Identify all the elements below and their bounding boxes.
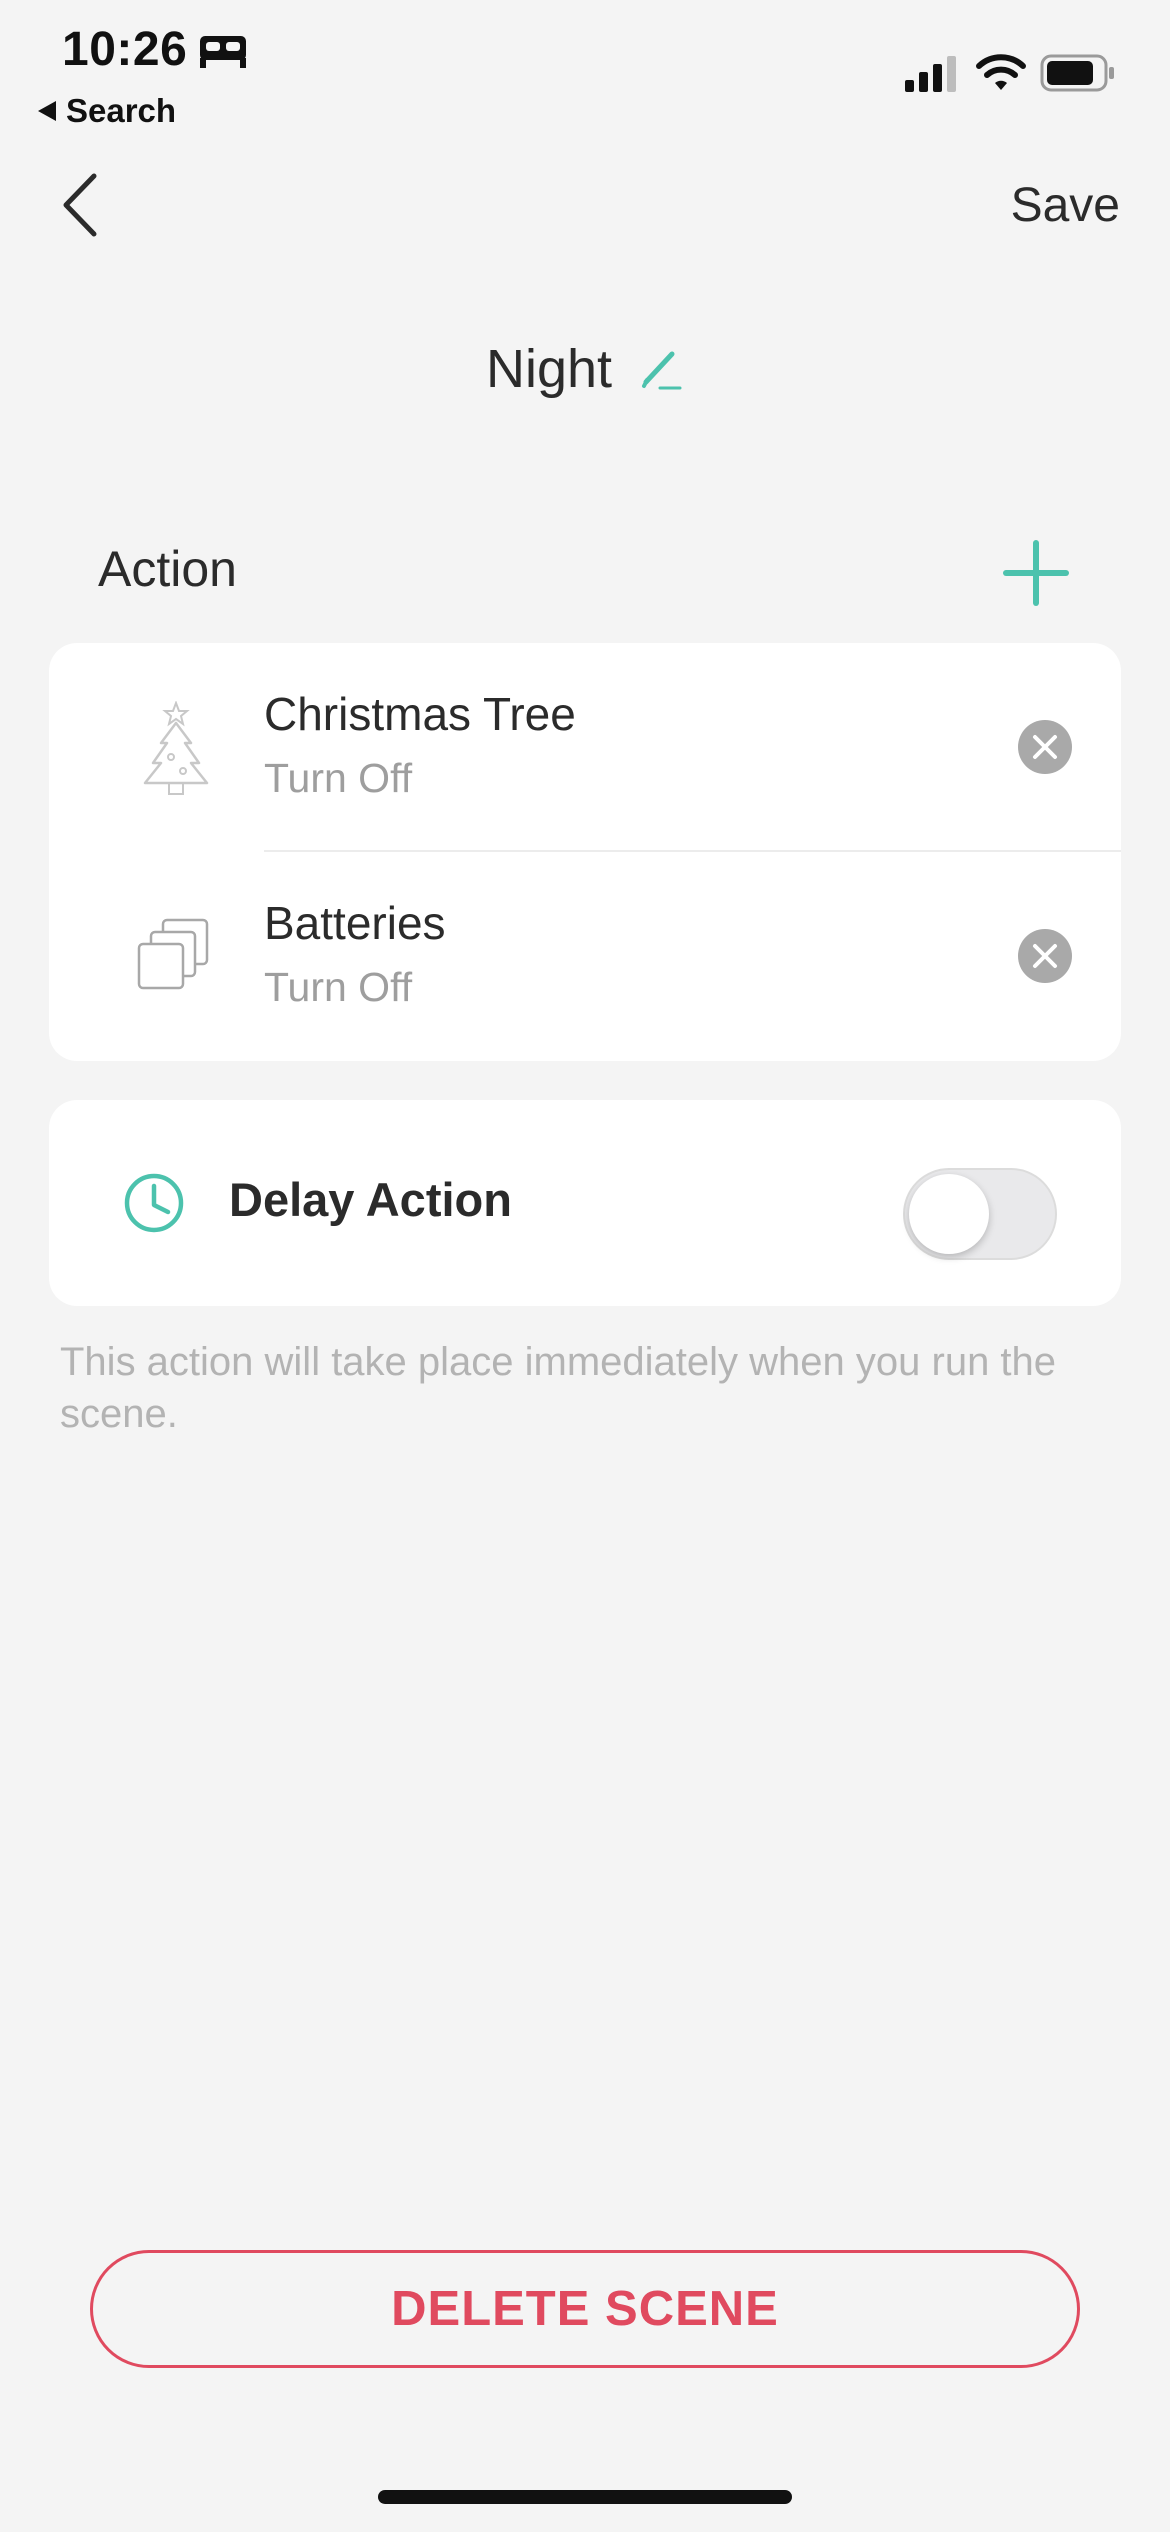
stacked-squares-icon [137,918,209,990]
home-indicator [378,2490,792,2504]
bed-icon [200,36,246,68]
action-device-name: Christmas Tree [264,688,576,740]
action-device-state: Turn Off [264,964,413,1010]
action-item-batteries[interactable]: Batteries Turn Off [49,852,1121,1061]
battery-icon [1040,54,1114,92]
wifi-icon [976,54,1026,90]
clock-icon [124,1173,184,1233]
action-section-title: Action [98,541,237,597]
pencil-icon[interactable] [638,344,684,394]
action-item-christmas-tree[interactable]: Christmas Tree Turn Off [49,643,1121,852]
back-to-app-link[interactable]: Search [36,92,176,130]
status-time: 10:26 [62,23,188,76]
delay-action-toggle[interactable] [903,1168,1057,1260]
action-device-state: Turn Off [264,755,413,801]
back-triangle-icon [38,101,56,121]
toggle-knob [909,1174,989,1254]
signal-icon [905,56,956,92]
delay-action-card: Delay Action [49,1100,1121,1306]
delay-action-label: Delay Action [229,1173,512,1226]
page-title: Night [485,339,613,399]
chevron-left-icon[interactable] [58,170,102,240]
christmas-tree-icon [143,701,209,795]
remove-circle-icon[interactable] [1017,719,1073,775]
remove-circle-icon[interactable] [1017,928,1073,984]
save-button[interactable]: Save [1011,178,1120,233]
delay-helper-text: This action will take place immediately … [60,1340,1057,1436]
plus-icon[interactable] [1003,540,1069,606]
back-app-label: Search [66,92,177,129]
action-list-card: Christmas Tree Turn Off Batteries Turn O… [49,643,1121,1061]
action-device-name: Batteries [264,897,446,949]
delete-scene-button[interactable]: DELETE SCENE [90,2250,1080,2368]
scene-title-row: Night [0,338,1170,400]
